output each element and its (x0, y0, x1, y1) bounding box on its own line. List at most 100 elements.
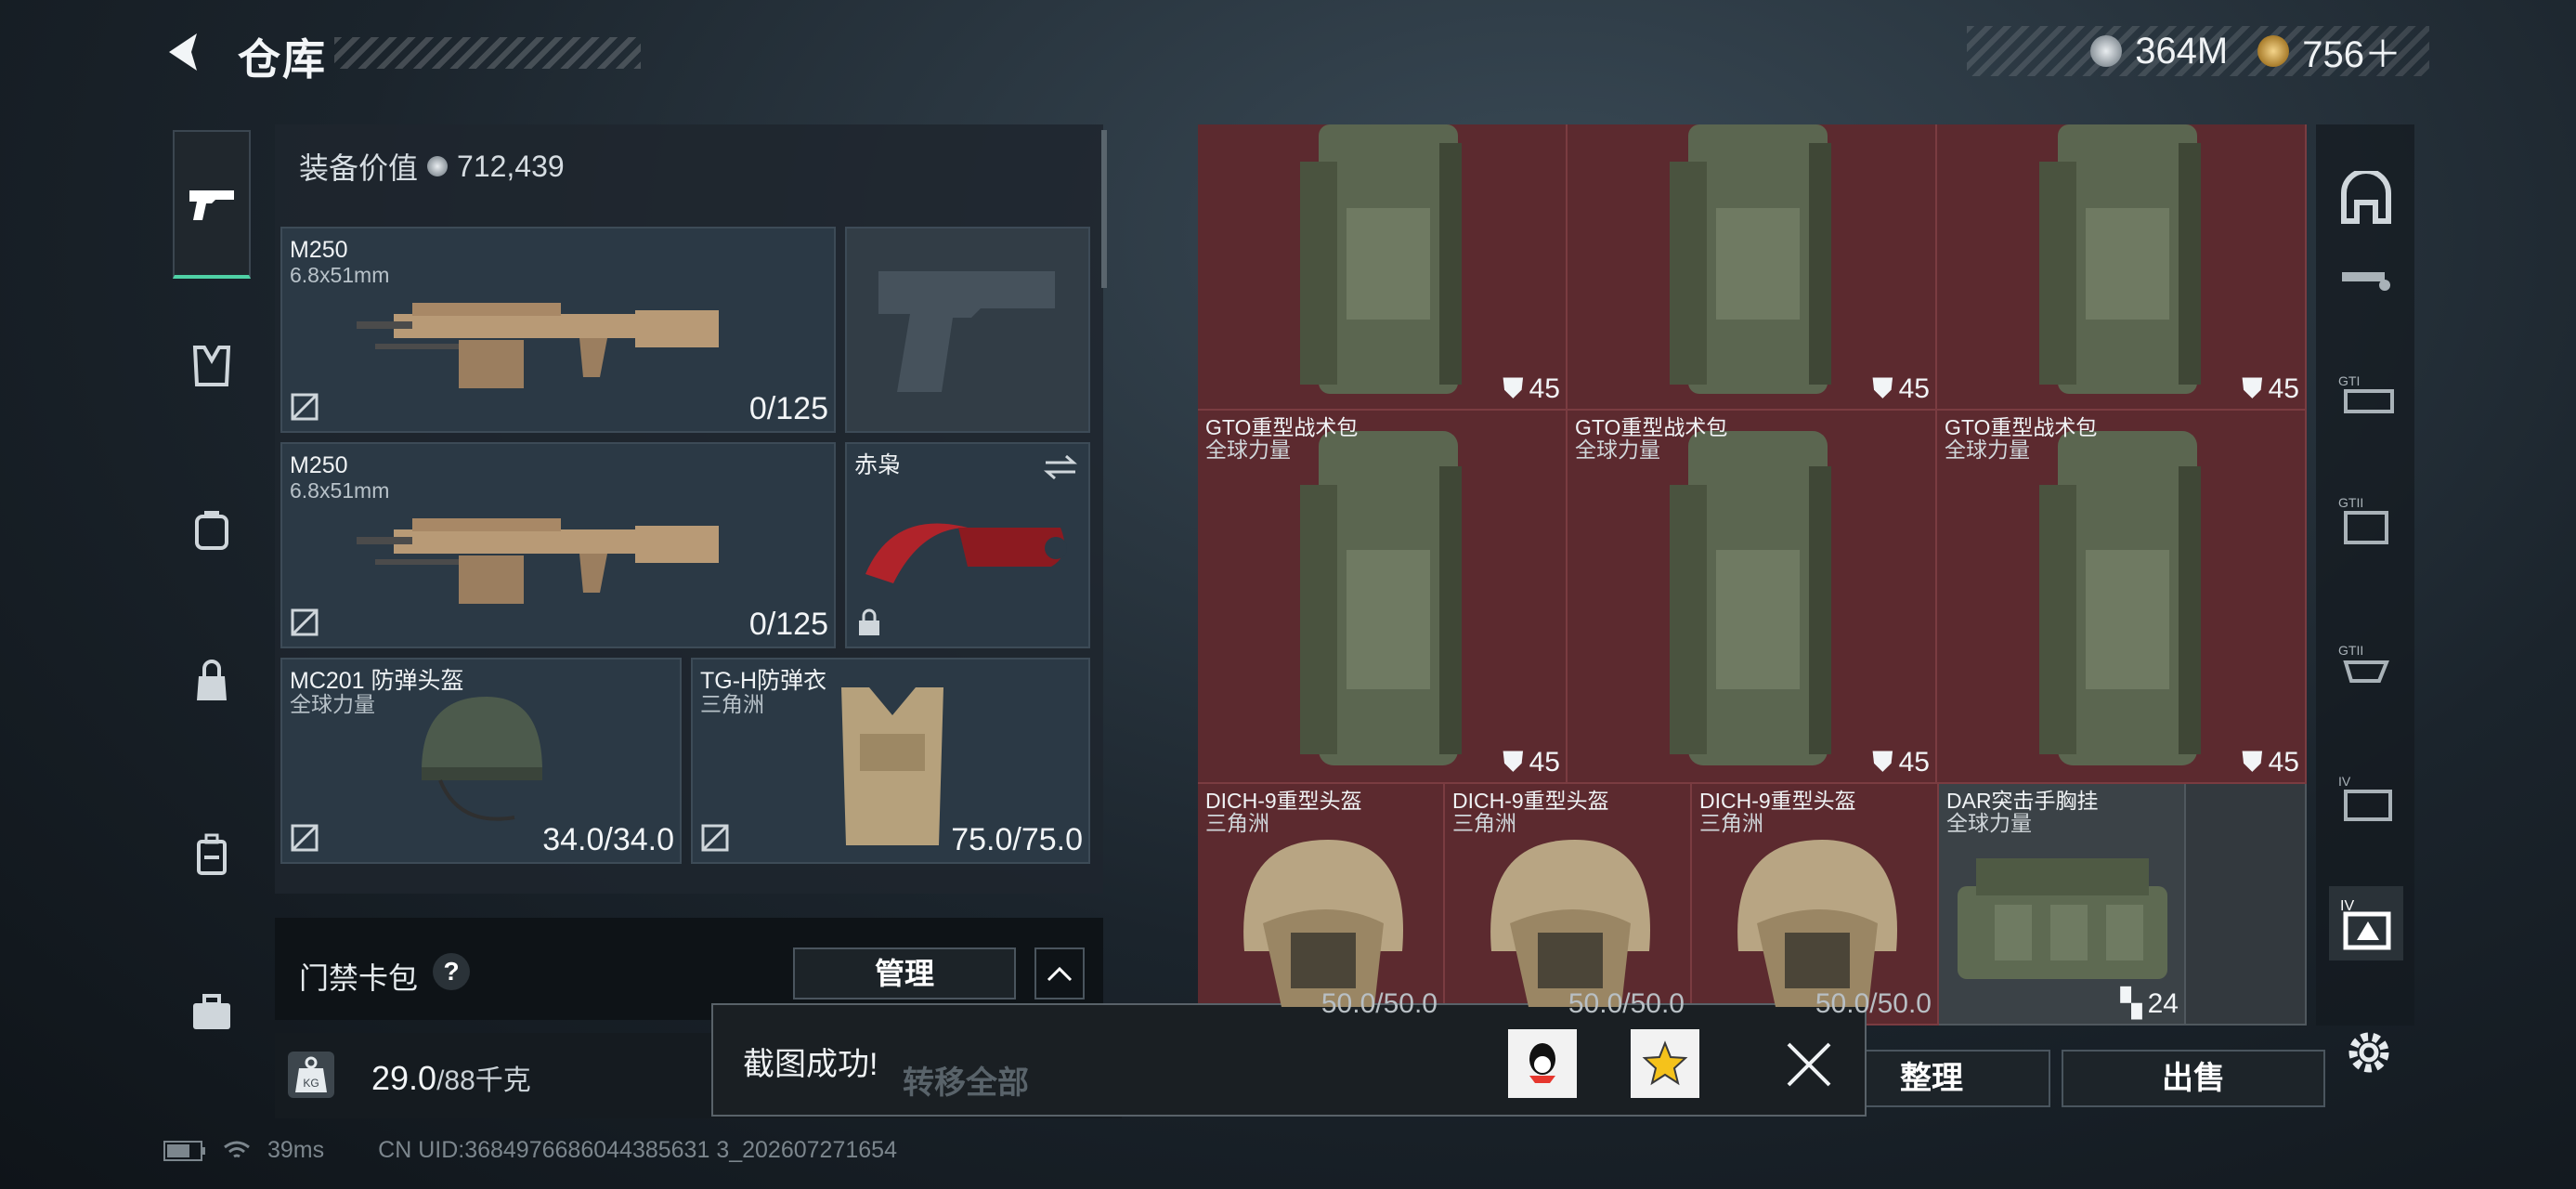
silver-coin-icon (2090, 35, 2123, 67)
helmet-slot[interactable]: MC201 防弹头盔 全球力量 34.0/34.0 (280, 658, 682, 864)
toast-message: 截图成功! (743, 1047, 878, 1082)
tab-stash-all[interactable] (2329, 162, 2403, 236)
stash-empty-slot[interactable] (2186, 784, 2307, 1026)
stash-item-backpack[interactable]: ⛊ 45 (1568, 124, 1937, 411)
pistol-placeholder-icon (878, 271, 1055, 392)
nav-backpack[interactable] (173, 490, 251, 568)
right-category-tabs: GTI GTII GTII IV IV (2316, 124, 2414, 1026)
weight-current: 29.0 (371, 1059, 437, 1097)
wifi-icon (224, 1141, 250, 1157)
chevron-up-icon (1047, 966, 1073, 982)
helmet-image (422, 697, 542, 821)
stash-item-dich9-helmet[interactable]: DICH-9重型头盔 三角洲 50.0/50.0 (1198, 784, 1445, 1026)
nav-weapons[interactable] (173, 130, 251, 279)
item-faction: 三角洲 (1699, 811, 1763, 835)
stash-item-dich9-helmet[interactable]: DICH-9重型头盔 三角洲 50.0/50.0 (1445, 784, 1692, 1026)
tab-guns[interactable] (2329, 242, 2403, 316)
nav-bag[interactable] (173, 643, 251, 721)
item-faction: 全球力量 (1205, 438, 1291, 462)
tab-iv-folder[interactable]: IV (2329, 760, 2403, 834)
qzone-share-button[interactable] (1631, 1029, 1699, 1098)
svg-text:IV: IV (2338, 774, 2351, 789)
stash-item-gto-backpack[interactable]: GTO重型战术包 全球力量 ⛊ 45 (1937, 411, 2307, 784)
svg-text:KG: KG (303, 1077, 319, 1090)
lock-icon (859, 608, 879, 635)
silver-amount: 364M (2135, 30, 2229, 72)
primary-weapon-slot-1[interactable]: M250 6.8x51mm 0/125 (280, 227, 836, 433)
page-title: 仓库 (238, 35, 327, 84)
help-icon[interactable]: ? (433, 953, 470, 990)
manage-button[interactable]: 管理 (793, 947, 1016, 1000)
iv-active-icon: IV (2340, 898, 2391, 950)
weight-glyph-icon: ⛊ (1503, 373, 1524, 404)
svg-text:GTI: GTI (2338, 373, 2360, 388)
item-faction: 三角洲 (1452, 811, 1516, 835)
tab-gtii[interactable]: GTII (2329, 483, 2403, 557)
backpack-image (2039, 124, 2201, 394)
swap-icon[interactable] (1042, 453, 1079, 481)
qq-icon (1529, 1043, 1555, 1083)
backpack-image (1670, 431, 1831, 765)
collapse-button[interactable] (1034, 947, 1085, 1000)
item-name: GTO重型战术包 (1205, 415, 1359, 439)
item-name: DAR突击手胸挂 (1946, 789, 2099, 813)
backpack-image (1300, 431, 1462, 765)
ammo-count: 0/125 (748, 391, 828, 426)
weight-glyph-icon: ⛊ (1872, 747, 1893, 777)
loadout-scrollbar[interactable] (1101, 130, 1107, 288)
weight-max: /88千克 (436, 1065, 531, 1096)
nav-briefcase[interactable] (173, 973, 251, 1052)
item-faction: 三角洲 (1205, 811, 1269, 835)
nav-luggage[interactable] (173, 816, 251, 894)
gti-filter-icon: GTI (2338, 373, 2394, 413)
back-arrow-icon[interactable] (160, 28, 208, 76)
item-name: DICH-9重型头盔 (1205, 789, 1362, 813)
stash-item-gto-backpack[interactable]: GTO重型战术包 全球力量 ⛊ 45 (1198, 411, 1568, 784)
iv-folder-icon: IV (2338, 774, 2392, 821)
gold-coin-icon (2257, 35, 2290, 67)
no-drop-icon (291, 393, 319, 421)
no-drop-icon (701, 824, 729, 852)
weight-glyph-icon: ⛊ (2242, 373, 2263, 404)
armor-faction: 三角洲 (700, 692, 764, 716)
durability: 50.0/50.0 (1321, 988, 1438, 1019)
tab-gtii-alt[interactable]: GTII (2329, 626, 2403, 700)
gtii-alt-icon: GTII (2338, 643, 2389, 683)
pistol-slot[interactable] (845, 227, 1090, 433)
stash-item-dich9-helmet[interactable]: DICH-9重型头盔 三角洲 50.0/50.0 (1692, 784, 1939, 1026)
stash-item-backpack[interactable]: ⛊ 45 (1198, 124, 1568, 411)
backpack-icon (195, 511, 228, 550)
transfer-all-button[interactable]: 转移全部 (903, 1057, 1029, 1103)
gear-icon[interactable] (2344, 1027, 2394, 1078)
melee-name: 赤枭 (854, 452, 902, 478)
item-faction: 全球力量 (1946, 811, 2032, 835)
stash-item-gto-backpack[interactable]: GTO重型战术包 全球力量 ⛊ 45 (1568, 411, 1937, 784)
close-icon[interactable] (1783, 1039, 1835, 1091)
nav-vest[interactable] (173, 327, 251, 405)
stash-item-dar-chest-rig[interactable]: DAR突击手胸挂 全球力量 ▚ 24 (1939, 784, 2186, 1026)
item-name: GTO重型战术包 (1575, 415, 1728, 439)
gold-amount[interactable]: 756＋ (2302, 24, 2401, 78)
melee-slot[interactable]: 赤枭 (845, 442, 1090, 648)
no-drop-icon (291, 824, 319, 852)
weapon-name: M250 (290, 452, 348, 478)
stash-item-backpack[interactable]: ⛊ 45 (1937, 124, 2307, 411)
battery-icon (163, 1140, 205, 1161)
briefcase-icon (193, 994, 230, 1029)
item-faction: 全球力量 (1945, 438, 2030, 462)
tab-iv-active[interactable]: IV (2329, 886, 2403, 960)
helmet-faction: 全球力量 (290, 692, 375, 716)
qq-share-button[interactable] (1508, 1029, 1577, 1098)
svg-text:GTII: GTII (2338, 643, 2363, 658)
weight-glyph-icon: ⛊ (1503, 747, 1524, 777)
armor-name: TG-H防弹衣 (700, 668, 827, 694)
gate-card-label: 门禁卡包 (299, 961, 419, 995)
title-decoration (334, 37, 641, 69)
body-armor-image (841, 687, 943, 845)
armor-slot[interactable]: TG-H防弹衣 三角洲 75.0/75.0 (691, 658, 1090, 864)
tab-gti[interactable]: GTI (2329, 357, 2403, 431)
primary-weapon-slot-2[interactable]: M250 6.8x51mm 0/125 (280, 442, 836, 648)
weight-icon: KG (288, 1052, 334, 1098)
sell-button[interactable]: 出售 (2062, 1050, 2325, 1107)
item-count: ⛊ 45 (1503, 373, 1560, 404)
